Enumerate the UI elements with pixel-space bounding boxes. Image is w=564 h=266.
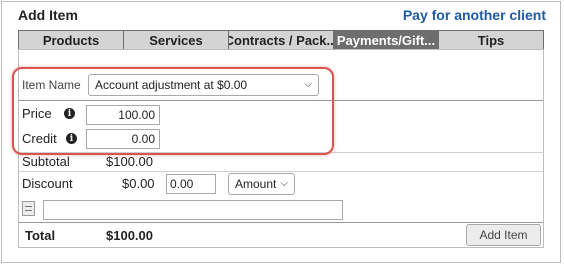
add-item-button[interactable]: Add Item: [466, 224, 541, 246]
tab-services[interactable]: Services: [124, 31, 229, 49]
info-icon[interactable]: i: [64, 108, 75, 119]
note-icon: [22, 201, 35, 216]
info-icon[interactable]: i: [66, 133, 77, 144]
window-title: Add Item: [18, 7, 78, 23]
total-value: $100.00: [106, 228, 153, 243]
pay-for-another-client-link[interactable]: Pay for another client: [403, 7, 546, 23]
discount-type-select[interactable]: Amount ⌵: [228, 173, 295, 195]
discount-label: Discount: [22, 176, 73, 191]
item-type-tabs: Products Services Contracts / Pack... Pa…: [18, 30, 544, 50]
credit-input[interactable]: 0.00: [86, 129, 160, 149]
divider: [19, 152, 543, 153]
note-input[interactable]: [43, 200, 343, 220]
tab-contracts-packages[interactable]: Contracts / Pack...: [229, 31, 334, 49]
divider: [19, 171, 543, 172]
discount-input[interactable]: 0.00: [166, 174, 216, 194]
item-name-label: Item Name: [22, 78, 81, 92]
item-name-value: Account adjustment at $0.00: [95, 78, 248, 92]
discount-type-value: Amount: [235, 177, 277, 191]
tab-products[interactable]: Products: [19, 31, 124, 49]
divider: [19, 222, 543, 223]
divider: [19, 100, 543, 101]
chevron-down-icon: ⌵: [280, 178, 288, 189]
subtotal-label: Subtotal: [22, 154, 70, 169]
price-label: Price: [22, 106, 52, 121]
subtotal-value: $100.00: [106, 154, 153, 169]
total-label: Total: [25, 228, 56, 243]
discount-amount: $0.00: [122, 176, 155, 191]
credit-label: Credit: [22, 131, 57, 146]
tab-tips[interactable]: Tips: [439, 31, 543, 49]
tab-payments-gift[interactable]: Payments/Gift...: [334, 31, 439, 49]
chevron-down-icon: ⌵: [304, 79, 312, 90]
price-input[interactable]: 100.00: [86, 105, 160, 125]
item-name-select[interactable]: Account adjustment at $0.00 ⌵: [88, 74, 319, 96]
